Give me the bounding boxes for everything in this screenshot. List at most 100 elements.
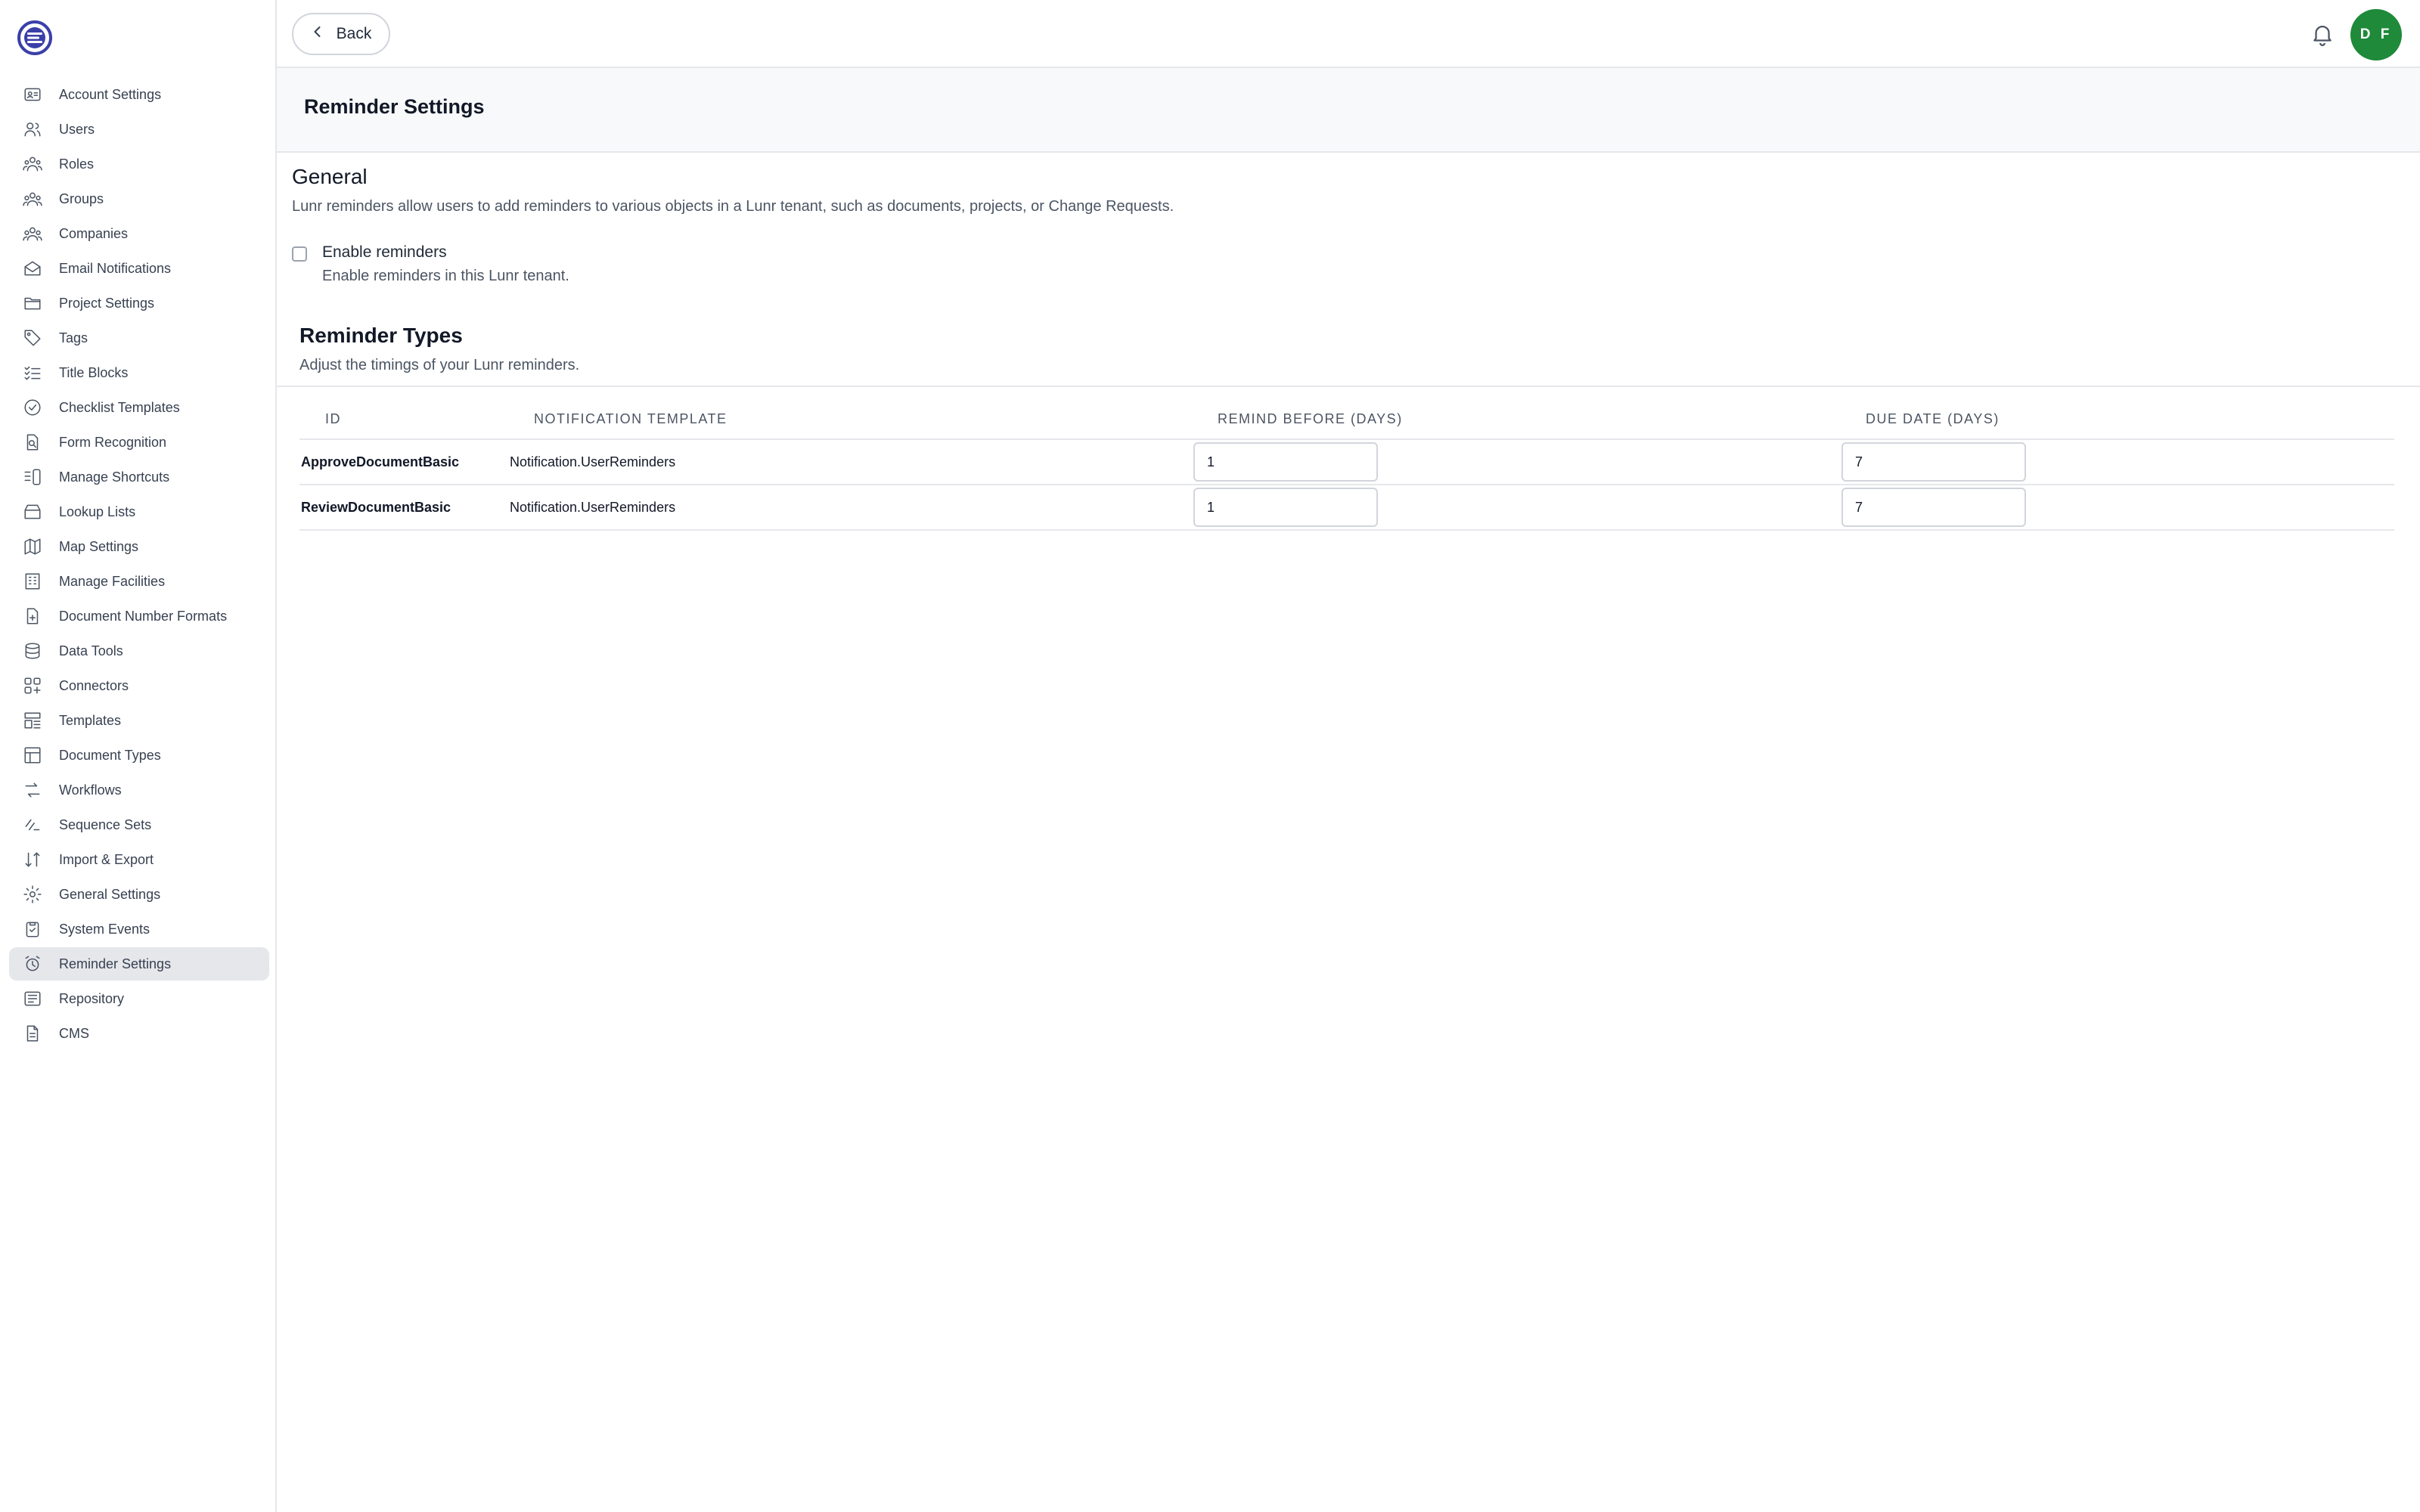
- reminder-types-section: Reminder Types Adjust the timings of you…: [277, 324, 2420, 531]
- remind-before-input[interactable]: [1193, 442, 1378, 482]
- sidebar-item-label: Checklist Templates: [59, 399, 180, 415]
- sidebar-item-label: Tags: [59, 330, 88, 345]
- column-header-notification-template[interactable]: Notification Template: [534, 411, 1218, 427]
- back-button-label: Back: [336, 25, 372, 42]
- sidebar-item-groups[interactable]: Groups: [9, 182, 269, 215]
- sidebar-item-label: Roles: [59, 156, 95, 172]
- sidebar-item-lookup-lists[interactable]: Lookup Lists: [9, 495, 269, 528]
- sidebar-item-roles[interactable]: Roles: [9, 147, 269, 181]
- remind-before-input[interactable]: [1193, 488, 1378, 527]
- sidebar-item-document-number-formats[interactable]: Document Number Formats: [9, 600, 269, 633]
- sidebar-item-manage-facilities[interactable]: Manage Facilities: [9, 565, 269, 598]
- sidebar-item-label: Document Number Formats: [59, 608, 228, 624]
- sidebar-item-document-types[interactable]: Document Types: [9, 739, 269, 772]
- file-plus-icon: [23, 606, 42, 626]
- sidebar-item-system-events[interactable]: System Events: [9, 912, 269, 946]
- archive-icon: [23, 502, 42, 522]
- sidebar-item-companies[interactable]: Companies: [9, 217, 269, 250]
- reminder-types-description: Adjust the timings of your Lunr reminder…: [299, 357, 580, 373]
- sidebar-item-title-blocks[interactable]: Title Blocks: [9, 356, 269, 389]
- sequence-icon: [23, 815, 42, 835]
- column-header-remind-before[interactable]: Remind Before (Days): [1218, 411, 1866, 427]
- sidebar-item-label: System Events: [59, 921, 150, 937]
- groups-icon: [23, 189, 42, 209]
- chevron-left-icon: [311, 25, 324, 43]
- sidebar-item-label: Templates: [59, 712, 122, 728]
- enable-reminders-label[interactable]: Enable reminders: [322, 243, 569, 262]
- reminder-types-title: Reminder Types: [299, 324, 463, 347]
- sidebar-item-account-settings[interactable]: Account Settings: [9, 78, 269, 111]
- sidebar-item-sequence-sets[interactable]: Sequence Sets: [9, 808, 269, 841]
- sidebar-item-users[interactable]: Users: [9, 113, 269, 146]
- roles-icon: [23, 154, 42, 174]
- sidebar-item-workflows[interactable]: Workflows: [9, 773, 269, 807]
- sidebar-item-label: Lookup Lists: [59, 503, 136, 519]
- alarm-clock-icon: [23, 954, 42, 974]
- sidebar-item-manage-shortcuts[interactable]: Manage Shortcuts: [9, 460, 269, 494]
- sidebar-item-label: Reminder Settings: [59, 956, 172, 971]
- sidebar-item-email-notifications[interactable]: Email Notifications: [9, 252, 269, 285]
- table-row: ReviewDocumentBasic Notification.UserRemi…: [299, 485, 2394, 531]
- arrows-updown-icon: [23, 850, 42, 869]
- page-header: Reminder Settings: [277, 68, 2420, 153]
- bell-icon[interactable]: [2310, 21, 2335, 47]
- check-circle-icon: [23, 398, 42, 417]
- table-row: ApproveDocumentBasic Notification.UserRem…: [299, 440, 2394, 485]
- sidebar-item-label: Import & Export: [59, 851, 154, 867]
- sidebar-item-cms[interactable]: CMS: [9, 1017, 269, 1050]
- column-header-id[interactable]: ID: [299, 411, 534, 427]
- sidebar-item-import-and-export[interactable]: Import & Export: [9, 843, 269, 876]
- user-avatar[interactable]: D F: [2350, 9, 2402, 60]
- sidebar-item-label: Groups: [59, 191, 104, 206]
- gear-icon: [23, 885, 42, 904]
- folder-icon: [23, 293, 42, 313]
- sidebar-item-label: Title Blocks: [59, 364, 129, 380]
- sidebar-item-label: Map Settings: [59, 538, 139, 554]
- sidebar-item-label: Manage Shortcuts: [59, 469, 170, 485]
- general-description: Lunr reminders allow users to add remind…: [292, 198, 1174, 215]
- enable-reminders-row: Enable reminders Enable reminders in thi…: [292, 243, 569, 285]
- sidebar-item-form-recognition[interactable]: Form Recognition: [9, 426, 269, 459]
- sidebar-item-repository[interactable]: Repository: [9, 982, 269, 1015]
- sidebar-item-connectors[interactable]: Connectors: [9, 669, 269, 702]
- back-button[interactable]: Back: [292, 13, 390, 55]
- sidebar-item-templates[interactable]: Templates: [9, 704, 269, 737]
- document-icon: [23, 1024, 42, 1043]
- database-icon: [23, 641, 42, 661]
- sidebar-item-label: Form Recognition: [59, 434, 167, 450]
- app-logo-icon[interactable]: [17, 20, 53, 56]
- grid-plus-icon: [23, 676, 42, 696]
- due-date-input[interactable]: [1841, 442, 2026, 482]
- sidebar: Account Settings Users Roles Groups Companie…: [0, 0, 277, 1512]
- clipboard-check-icon: [23, 919, 42, 939]
- due-date-cell: [1841, 488, 2394, 527]
- workflow-icon: [23, 780, 42, 800]
- sidebar-item-map-settings[interactable]: Map Settings: [9, 530, 269, 563]
- sidebar-item-project-settings[interactable]: Project Settings: [9, 287, 269, 320]
- mail-open-icon: [23, 259, 42, 278]
- top-bar: Back D F: [277, 0, 2420, 68]
- page-title: Reminder Settings: [304, 95, 485, 118]
- sidebar-item-tags[interactable]: Tags: [9, 321, 269, 355]
- sidebar-item-label: Companies: [59, 225, 129, 241]
- sidebar-item-label: Data Tools: [59, 643, 123, 658]
- sidebar-item-label: Workflows: [59, 782, 122, 798]
- divider: [277, 386, 2420, 387]
- shortcut-icon: [23, 467, 42, 487]
- sidebar-item-label: Email Notifications: [59, 260, 172, 276]
- companies-icon: [23, 224, 42, 243]
- table-header-row: ID Notification Template Remind Before (…: [299, 399, 2394, 440]
- sidebar-item-label: Document Types: [59, 747, 161, 763]
- general-title: General: [292, 165, 368, 188]
- sidebar-item-general-settings[interactable]: General Settings: [9, 878, 269, 911]
- column-header-due-date[interactable]: Due Date (Days): [1866, 411, 2394, 427]
- sidebar-item-data-tools[interactable]: Data Tools: [9, 634, 269, 668]
- sidebar-item-reminder-settings[interactable]: Reminder Settings: [9, 947, 269, 981]
- building-icon: [23, 572, 42, 591]
- due-date-input[interactable]: [1841, 488, 2026, 527]
- enable-reminders-help: Enable reminders in this Lunr tenant.: [322, 268, 569, 284]
- sidebar-item-checklist-templates[interactable]: Checklist Templates: [9, 391, 269, 424]
- sidebar-nav: Account Settings Users Roles Groups Companie…: [9, 78, 269, 1052]
- reminder-types-table: ID Notification Template Remind Before (…: [299, 399, 2394, 531]
- enable-reminders-checkbox[interactable]: [292, 246, 307, 262]
